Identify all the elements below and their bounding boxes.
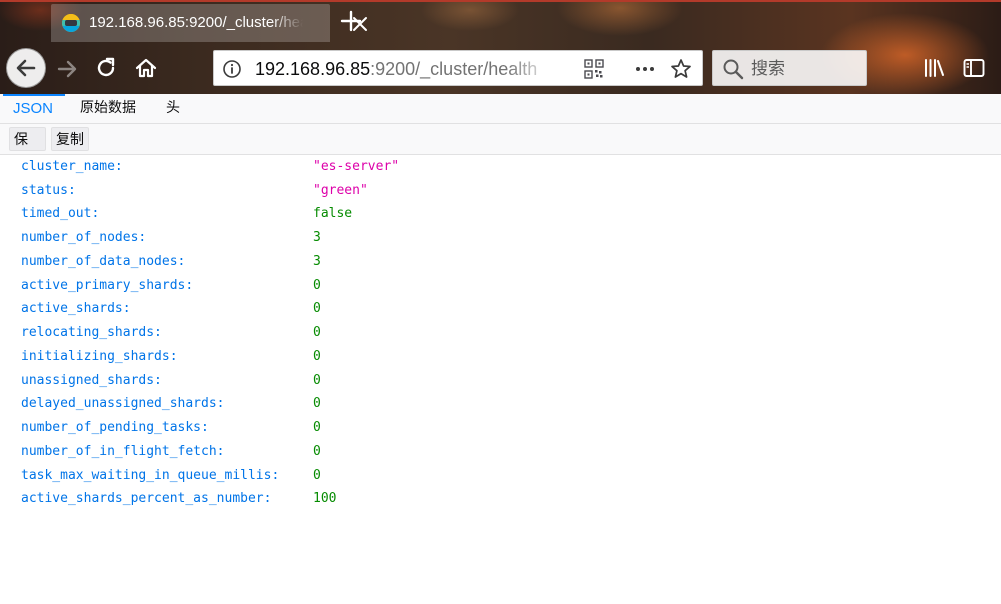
browser-tab[interactable]: 192.168.96.85:9200/_cluster/health bbox=[51, 4, 367, 42]
arrow-right-icon[interactable] bbox=[52, 54, 82, 84]
json-row[interactable]: initializing_shards: 0 bbox=[0, 345, 1001, 369]
tab-raw-data[interactable]: 原始数据 bbox=[70, 94, 152, 124]
sidebar-icon[interactable] bbox=[959, 53, 989, 83]
json-toolbar: 保存 复制 bbox=[0, 124, 1001, 172]
library-icon[interactable] bbox=[920, 53, 950, 83]
tab-json[interactable]: JSON bbox=[3, 94, 65, 124]
json-value: false bbox=[313, 206, 353, 221]
json-row[interactable]: timed_out: false bbox=[0, 202, 1001, 226]
json-value: 0 bbox=[313, 420, 321, 435]
star-icon[interactable] bbox=[669, 57, 693, 81]
json-row[interactable]: delayed_unassigned_shards: 0 bbox=[0, 392, 1001, 416]
json-key: number_of_pending_tasks: bbox=[21, 420, 209, 435]
json-row[interactable]: active_shards: 0 bbox=[0, 297, 1001, 321]
navigation-bar: 192.168.96.85:9200/_cluster/health 搜索 bbox=[0, 42, 1001, 94]
json-key: task_max_waiting_in_queue_millis: bbox=[21, 468, 280, 483]
json-value: 0 bbox=[313, 349, 321, 364]
search-bar[interactable]: 搜索 bbox=[712, 50, 867, 86]
json-tree: cluster_name: "es-server" status: "green" … bbox=[0, 155, 1001, 604]
json-value: 0 bbox=[313, 373, 321, 388]
json-key: number_of_nodes: bbox=[21, 230, 147, 245]
json-row[interactable]: status: "green" bbox=[0, 179, 1001, 203]
json-viewer-tabs: JSON 原始数据 头 bbox=[0, 94, 1001, 124]
json-value: 0 bbox=[313, 444, 321, 459]
json-value: 100 bbox=[313, 491, 337, 506]
json-key: number_of_data_nodes: bbox=[21, 254, 186, 269]
home-icon[interactable] bbox=[131, 53, 161, 83]
json-key: active_shards: bbox=[21, 301, 131, 316]
json-key: timed_out: bbox=[21, 206, 100, 221]
json-row[interactable]: task_max_waiting_in_queue_millis: 0 bbox=[0, 464, 1001, 488]
json-value: 0 bbox=[313, 468, 321, 483]
json-value: 0 bbox=[313, 396, 321, 411]
arrow-left-icon[interactable] bbox=[6, 48, 46, 88]
elastic-favicon-icon bbox=[62, 14, 80, 32]
json-key: relocating_shards: bbox=[21, 325, 162, 340]
json-key: number_of_in_flight_fetch: bbox=[21, 444, 225, 459]
url-bar[interactable]: 192.168.96.85:9200/_cluster/health bbox=[213, 50, 703, 86]
json-key: cluster_name: bbox=[21, 159, 123, 174]
plus-icon[interactable] bbox=[336, 6, 366, 36]
url-text[interactable]: 192.168.96.85:9200/_cluster/health bbox=[255, 58, 555, 80]
json-row[interactable]: number_of_nodes: 3 bbox=[0, 226, 1001, 250]
json-value: "es-server" bbox=[313, 159, 400, 174]
json-value: 0 bbox=[313, 301, 321, 316]
json-value: 0 bbox=[313, 278, 321, 293]
reload-icon[interactable] bbox=[91, 53, 121, 83]
json-row[interactable]: active_primary_shards: 0 bbox=[0, 274, 1001, 298]
json-value: "green" bbox=[313, 183, 368, 198]
json-value: 3 bbox=[313, 254, 321, 269]
browser-chrome: 192.168.96.85:9200/_cluster/health 192.1… bbox=[0, 0, 1001, 94]
url-path: :9200/_cluster/health bbox=[370, 59, 538, 79]
json-row[interactable]: number_of_in_flight_fetch: 0 bbox=[0, 440, 1001, 464]
json-value: 0 bbox=[313, 325, 321, 340]
tab-title: 192.168.96.85:9200/_cluster/health bbox=[89, 14, 303, 31]
json-key: active_shards_percent_as_number: bbox=[21, 491, 272, 506]
more-icon[interactable] bbox=[633, 58, 657, 80]
json-key: delayed_unassigned_shards: bbox=[21, 396, 225, 411]
url-host: 192.168.96.85 bbox=[255, 59, 371, 79]
json-row[interactable]: unassigned_shards: 0 bbox=[0, 369, 1001, 393]
json-row[interactable]: number_of_data_nodes: 3 bbox=[0, 250, 1001, 274]
search-placeholder: 搜索 bbox=[751, 59, 785, 79]
json-row[interactable]: number_of_pending_tasks: 0 bbox=[0, 416, 1001, 440]
json-value: 3 bbox=[313, 230, 321, 245]
json-key: status: bbox=[21, 183, 76, 198]
json-row[interactable]: cluster_name: "es-server" bbox=[0, 155, 1001, 179]
qr-code-icon[interactable] bbox=[584, 59, 604, 79]
json-key: unassigned_shards: bbox=[21, 373, 162, 388]
json-row[interactable]: active_shards_percent_as_number: 100 bbox=[0, 487, 1001, 511]
json-key: initializing_shards: bbox=[21, 349, 178, 364]
copy-button[interactable]: 复制 bbox=[51, 127, 89, 151]
save-button[interactable]: 保存 bbox=[9, 127, 46, 172]
json-row[interactable]: relocating_shards: 0 bbox=[0, 321, 1001, 345]
json-key: active_primary_shards: bbox=[21, 278, 194, 293]
info-icon[interactable] bbox=[222, 59, 242, 79]
search-icon bbox=[722, 58, 744, 80]
theme-accent-line bbox=[0, 0, 1001, 2]
tab-headers[interactable]: 头 bbox=[156, 94, 196, 124]
